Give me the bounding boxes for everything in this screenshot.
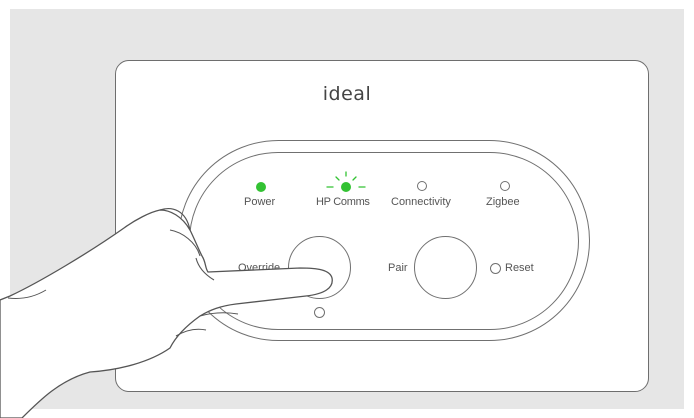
hand-illustration <box>0 208 333 418</box>
